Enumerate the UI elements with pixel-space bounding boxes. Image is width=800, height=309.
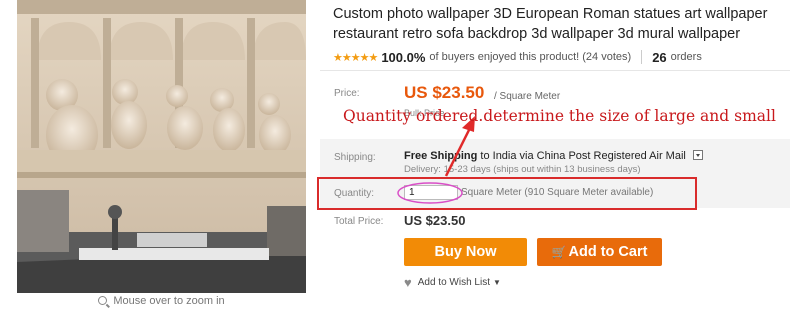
annotation-arrow-line <box>444 127 472 177</box>
annotation-overlay <box>397 116 475 204</box>
annotation-circle <box>397 182 463 204</box>
annotation-text: Quantity ordered.determine the size of l… <box>343 107 776 125</box>
